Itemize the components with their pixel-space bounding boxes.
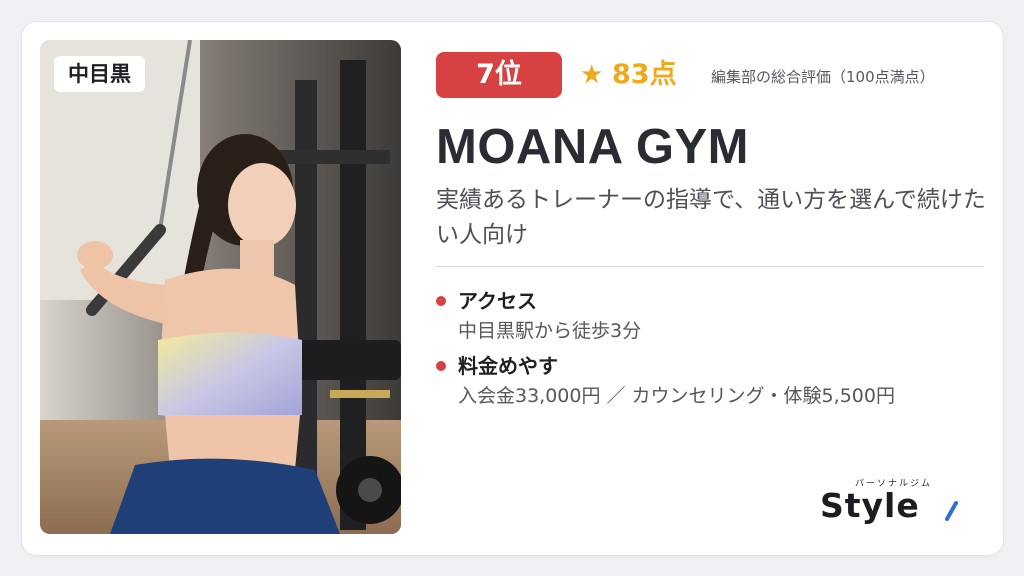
- info-value: 入会金33,000円 ／ カウンセリング・体験5,500円: [458, 385, 895, 407]
- bullet-icon: [436, 361, 446, 371]
- divider: [436, 266, 984, 267]
- rating-note: 編集部の総合評価（100点満点）: [711, 68, 935, 86]
- gym-name: MOANA GYM: [436, 120, 749, 174]
- gym-tagline: 実績あるトレーナーの指導で、通い方を選んで続けたい人向け: [436, 187, 986, 248]
- rank-badge: 7位: [436, 52, 562, 98]
- bullet-icon: [436, 296, 446, 306]
- rating-score: 83点: [612, 59, 677, 90]
- logo-text: Style: [820, 486, 920, 525]
- info-title: アクセス: [458, 289, 537, 313]
- location-tag: 中目黒: [54, 56, 145, 92]
- logo-slash-icon: [945, 501, 958, 521]
- star-icon: ★: [580, 60, 604, 90]
- info-value: 中目黒駅から徒歩3分: [458, 320, 642, 342]
- brand-logo: パーソナルジム Style: [820, 478, 966, 528]
- gym-photo: [40, 40, 401, 534]
- info-title: 料金めやす: [458, 354, 558, 378]
